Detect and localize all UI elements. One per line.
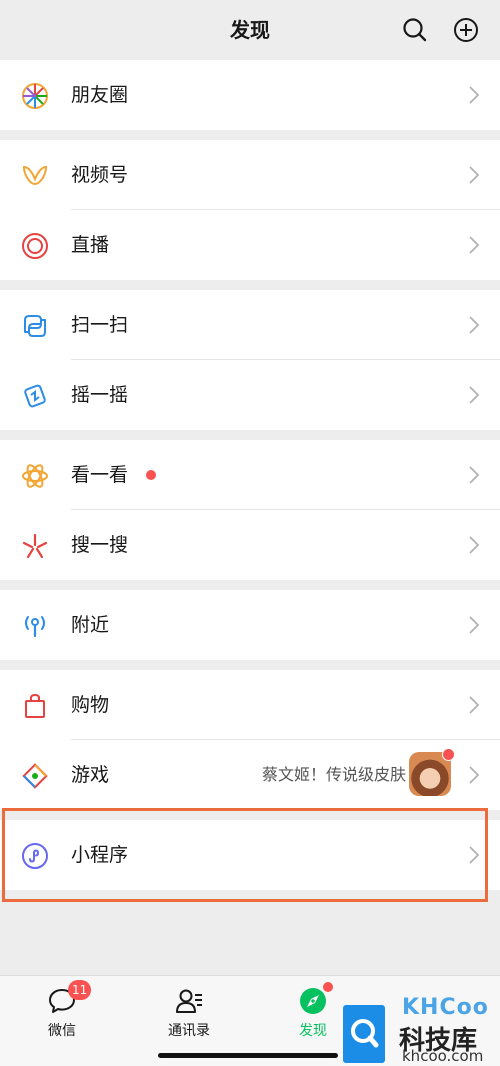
row-nearby[interactable]: 附近 <box>0 590 500 660</box>
row-shake[interactable]: 摇一摇 <box>0 360 500 430</box>
row-mini-programs[interactable]: 小程序 <box>0 820 500 890</box>
group-top-stories: 看一看 搜一搜 <box>0 440 500 580</box>
channels-icon <box>21 162 49 190</box>
group-scan: 扫一扫 摇一摇 <box>0 290 500 430</box>
home-indicator <box>158 1053 338 1058</box>
add-icon <box>454 18 478 42</box>
group-nearby: 附近 <box>0 590 500 660</box>
tab-contacts[interactable]: 通讯录 <box>149 986 229 1046</box>
mini-programs-icon <box>21 842 49 870</box>
search-icon <box>403 18 427 42</box>
chevron-right-icon <box>468 84 480 106</box>
tab-label: 通讯录 <box>168 1023 210 1039</box>
live-icon <box>21 232 49 260</box>
magnifier-icon <box>351 1019 379 1048</box>
chevron-right-icon <box>468 464 480 486</box>
row-label: 游戏 <box>71 764 110 786</box>
moments-icon <box>21 82 49 110</box>
row-label: 附近 <box>71 614 110 636</box>
scan-icon <box>21 312 49 340</box>
add-button[interactable] <box>451 15 481 45</box>
watermark-search-graphic <box>343 1005 385 1063</box>
chevron-right-icon <box>468 234 480 256</box>
tab-label: 微信 <box>48 1023 76 1039</box>
nearby-icon <box>21 612 49 640</box>
row-shopping[interactable]: 购物 <box>0 670 500 740</box>
row-label: 搜一搜 <box>71 534 129 556</box>
group-shopping: 购物 游戏 蔡文姬！传说级皮肤 <box>0 670 500 810</box>
unread-badge: 11 <box>68 980 92 1000</box>
row-scan[interactable]: 扫一扫 <box>0 290 500 360</box>
search-icon <box>21 532 49 560</box>
watermark-logo: KHCoo <box>402 995 489 1020</box>
chevron-right-icon <box>468 844 480 866</box>
row-label: 扫一扫 <box>71 314 129 336</box>
row-label: 朋友圈 <box>71 84 129 106</box>
row-label: 小程序 <box>71 844 129 866</box>
group-mini-programs: 小程序 <box>0 820 500 890</box>
tab-chats[interactable]: 微信 11 <box>22 980 102 1046</box>
chevron-right-icon <box>468 314 480 336</box>
shopping-icon <box>21 692 49 720</box>
watermark-site: khcoo.com <box>402 1047 484 1065</box>
contacts-icon <box>176 989 202 1013</box>
games-icon <box>21 762 49 790</box>
row-search[interactable]: 搜一搜 <box>0 510 500 580</box>
row-live[interactable]: 直播 <box>0 210 500 280</box>
game-promo-avatar <box>409 748 455 796</box>
search-button[interactable] <box>400 15 430 45</box>
row-label: 购物 <box>71 694 110 716</box>
chevron-right-icon <box>468 164 480 186</box>
new-indicator-dot <box>323 982 333 992</box>
tab-label: 发现 <box>299 1023 327 1039</box>
chevron-right-icon <box>468 534 480 556</box>
shake-icon <box>21 382 49 410</box>
row-label: 看一看 <box>71 464 129 486</box>
row-label: 视频号 <box>71 164 129 186</box>
group-moments: 朋友圈 <box>0 60 500 130</box>
chevron-right-icon <box>468 384 480 406</box>
chevron-right-icon <box>468 614 480 636</box>
chevron-right-icon <box>468 694 480 716</box>
top-stories-icon <box>21 462 49 490</box>
row-label: 直播 <box>71 234 110 256</box>
row-top-stories[interactable]: 看一看 <box>0 440 500 510</box>
new-indicator-dot <box>442 748 455 761</box>
row-moments[interactable]: 朋友圈 <box>0 60 500 130</box>
top-bar: 发现 <box>0 0 500 60</box>
new-indicator-dot <box>146 470 156 480</box>
tab-discover[interactable]: 发现 <box>273 982 353 1046</box>
row-games[interactable]: 游戏 蔡文姬！传说级皮肤 <box>0 740 500 810</box>
game-promo-text: 蔡文姬！传说级皮肤 <box>261 765 406 784</box>
group-channels: 视频号 直播 <box>0 140 500 280</box>
row-label: 摇一摇 <box>71 384 129 406</box>
chevron-right-icon <box>468 764 480 786</box>
row-channels[interactable]: 视频号 <box>0 140 500 210</box>
